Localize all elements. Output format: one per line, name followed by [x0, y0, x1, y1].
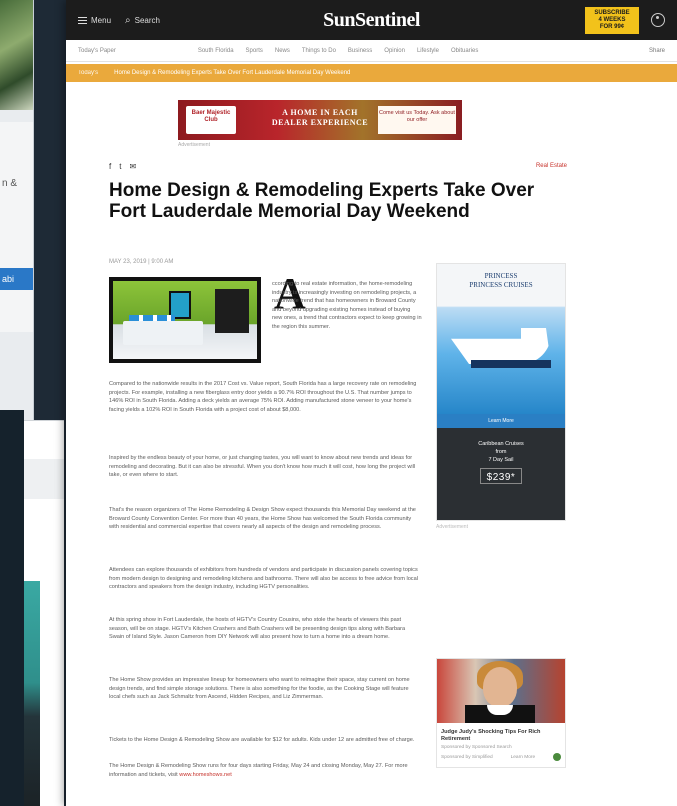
- section-label[interactable]: Real Estate: [536, 163, 567, 169]
- search-label: Search: [134, 15, 160, 25]
- section-link[interactable]: Sports: [246, 48, 263, 54]
- background-partial-text: n &: [2, 178, 18, 189]
- cruise-ad[interactable]: PRINCESS PRINCESS CRUISES Learn More Car…: [436, 263, 566, 521]
- hamburger-icon: [78, 16, 87, 24]
- bedroom-photo: [113, 281, 257, 359]
- rail-ad-caption: Advertisement: [436, 524, 468, 530]
- alert-text: Home Design & Remodeling Experts Take Ov…: [114, 70, 351, 76]
- twitter-icon[interactable]: t: [119, 162, 121, 171]
- top-navigation: Menu ⌕ Search SunSentinel SUBSCRIBE 4 WE…: [66, 0, 677, 40]
- article-paragraph: Attendees can explore thousands of exhib…: [109, 567, 418, 591]
- sponsor-logo-icon: [552, 753, 561, 761]
- article-paragraph: Compared to the nationwide results in th…: [109, 381, 417, 413]
- sponsored-ad-learn-more[interactable]: Learn More: [511, 755, 536, 760]
- article-paragraph: At this spring show in Fort Lauderdale, …: [109, 617, 406, 641]
- alert-tag: Today's: [78, 70, 99, 76]
- cruise-ad-cta: Learn More: [437, 414, 565, 428]
- cruise-ad-cta-label: Learn More: [488, 418, 514, 424]
- cruise-price-box: $239*: [479, 468, 523, 484]
- section-link[interactable]: Things to Do: [302, 48, 336, 54]
- ad-banner[interactable]: Baer Majestic Club A HOME IN EACH DEALER…: [178, 100, 462, 140]
- article-paragraph-last: The Home Design & Remodeling Show runs f…: [109, 762, 421, 779]
- ad-caption: Advertisement: [178, 142, 210, 148]
- section-navigation: Today's Paper South Florida Sports News …: [66, 40, 677, 62]
- menu-button[interactable]: Menu: [78, 16, 111, 25]
- user-icon[interactable]: [651, 13, 665, 27]
- breaking-alert-bar[interactable]: Today's Home Design & Remodeling Experts…: [66, 64, 677, 82]
- cruise-ship: [451, 328, 551, 364]
- ad-cta: Come visit us Today. Ask about our offer: [378, 106, 456, 134]
- article-headline: Home Design & Remodeling Experts Take Ov…: [109, 180, 535, 222]
- background-photo: [0, 0, 33, 110]
- article-image[interactable]: [109, 277, 261, 363]
- article-paragraph: That's the reason organizers of The Home…: [109, 507, 416, 531]
- section-link[interactable]: South Florida: [198, 48, 234, 54]
- bed: [123, 321, 203, 345]
- sponsored-ad-subtitle: Sponsored by Sponsored Search: [441, 745, 512, 750]
- site-logo[interactable]: SunSentinel: [323, 9, 420, 32]
- article-paragraph: Tickets to the Home Design & Remodeling …: [109, 737, 415, 743]
- section-link[interactable]: News: [275, 48, 290, 54]
- sponsored-ad-photo: [437, 659, 565, 723]
- ad-logo: Baer Majestic Club: [186, 106, 236, 134]
- top-ad: Baer Majestic Club A HOME IN EACH DEALER…: [178, 100, 462, 148]
- section-link[interactable]: Opinion: [384, 48, 405, 54]
- browser-page: Menu ⌕ Search SunSentinel SUBSCRIBE 4 WE…: [66, 0, 677, 806]
- background-panel: [0, 122, 33, 332]
- background-strip: [0, 410, 24, 806]
- article-paragraph: The Home Show provides an impressive lin…: [109, 677, 410, 701]
- menu-label: Menu: [91, 15, 112, 25]
- share-icons: f t ✉: [109, 162, 136, 171]
- cruise-offer-line2: from: [495, 449, 507, 455]
- cruise-ad-offer: Caribbean Cruises from 7 Day Sail $239*: [437, 428, 565, 520]
- cruise-logo: PRINCESS PRINCESS CRUISES: [437, 272, 565, 290]
- cruise-logo-line2: PRINCESS CRUISES: [469, 281, 533, 289]
- search-icon: ⌕: [125, 14, 131, 26]
- cruise-logo-line1: PRINCESS: [484, 272, 518, 280]
- article-paragraph: Inspired by the endless beauty of your h…: [109, 455, 416, 479]
- sponsored-ad[interactable]: Judge Judy's Shocking Tips For Rich Reti…: [436, 658, 566, 768]
- search-button[interactable]: ⌕ Search: [125, 15, 160, 26]
- sponsored-ad-title: Judge Judy's Shocking Tips For Rich Reti…: [441, 729, 541, 742]
- cruise-ship-hull: [471, 360, 551, 368]
- section-link[interactable]: Business: [348, 48, 372, 54]
- article-paragraph: ccording to real estate information, the…: [272, 281, 422, 330]
- background-window-top: n & abi: [0, 0, 34, 420]
- section-link[interactable]: Lifestyle: [417, 48, 439, 54]
- section-link[interactable]: Obituaries: [451, 48, 478, 54]
- facebook-icon[interactable]: f: [109, 162, 111, 171]
- share-link[interactable]: Share: [649, 48, 665, 54]
- homeshow-link[interactable]: www.homeshows.net: [179, 772, 232, 778]
- cruise-offer-line1: Caribbean Cruises: [478, 441, 524, 447]
- article-byline: MAY 23, 2019 | 9:00 AM: [109, 259, 174, 265]
- sponsored-ad-footer: Sponsored by Simplified Learn More: [441, 753, 561, 761]
- ad-headline: A HOME IN EACH DEALER EXPERIENCE: [271, 108, 369, 127]
- portrait-face: [483, 667, 517, 707]
- tv-screen: [215, 289, 249, 333]
- subscribe-button[interactable]: SUBSCRIBE 4 WEEKS FOR 99¢: [585, 6, 639, 34]
- background-partial-button[interactable]: abi: [0, 268, 33, 290]
- cruise-offer-line3: 7 Day Sail: [488, 457, 514, 463]
- email-icon[interactable]: ✉: [129, 162, 136, 171]
- todays-paper-link[interactable]: Today's Paper: [78, 48, 116, 54]
- cruise-price: $239*: [486, 472, 516, 483]
- cruise-ad-image: PRINCESS PRINCESS CRUISES: [437, 264, 565, 414]
- sponsored-ad-source: Sponsored by Simplified: [441, 754, 493, 760]
- article-paragraph-text: The Home Design & Remodeling Show runs f…: [109, 763, 408, 778]
